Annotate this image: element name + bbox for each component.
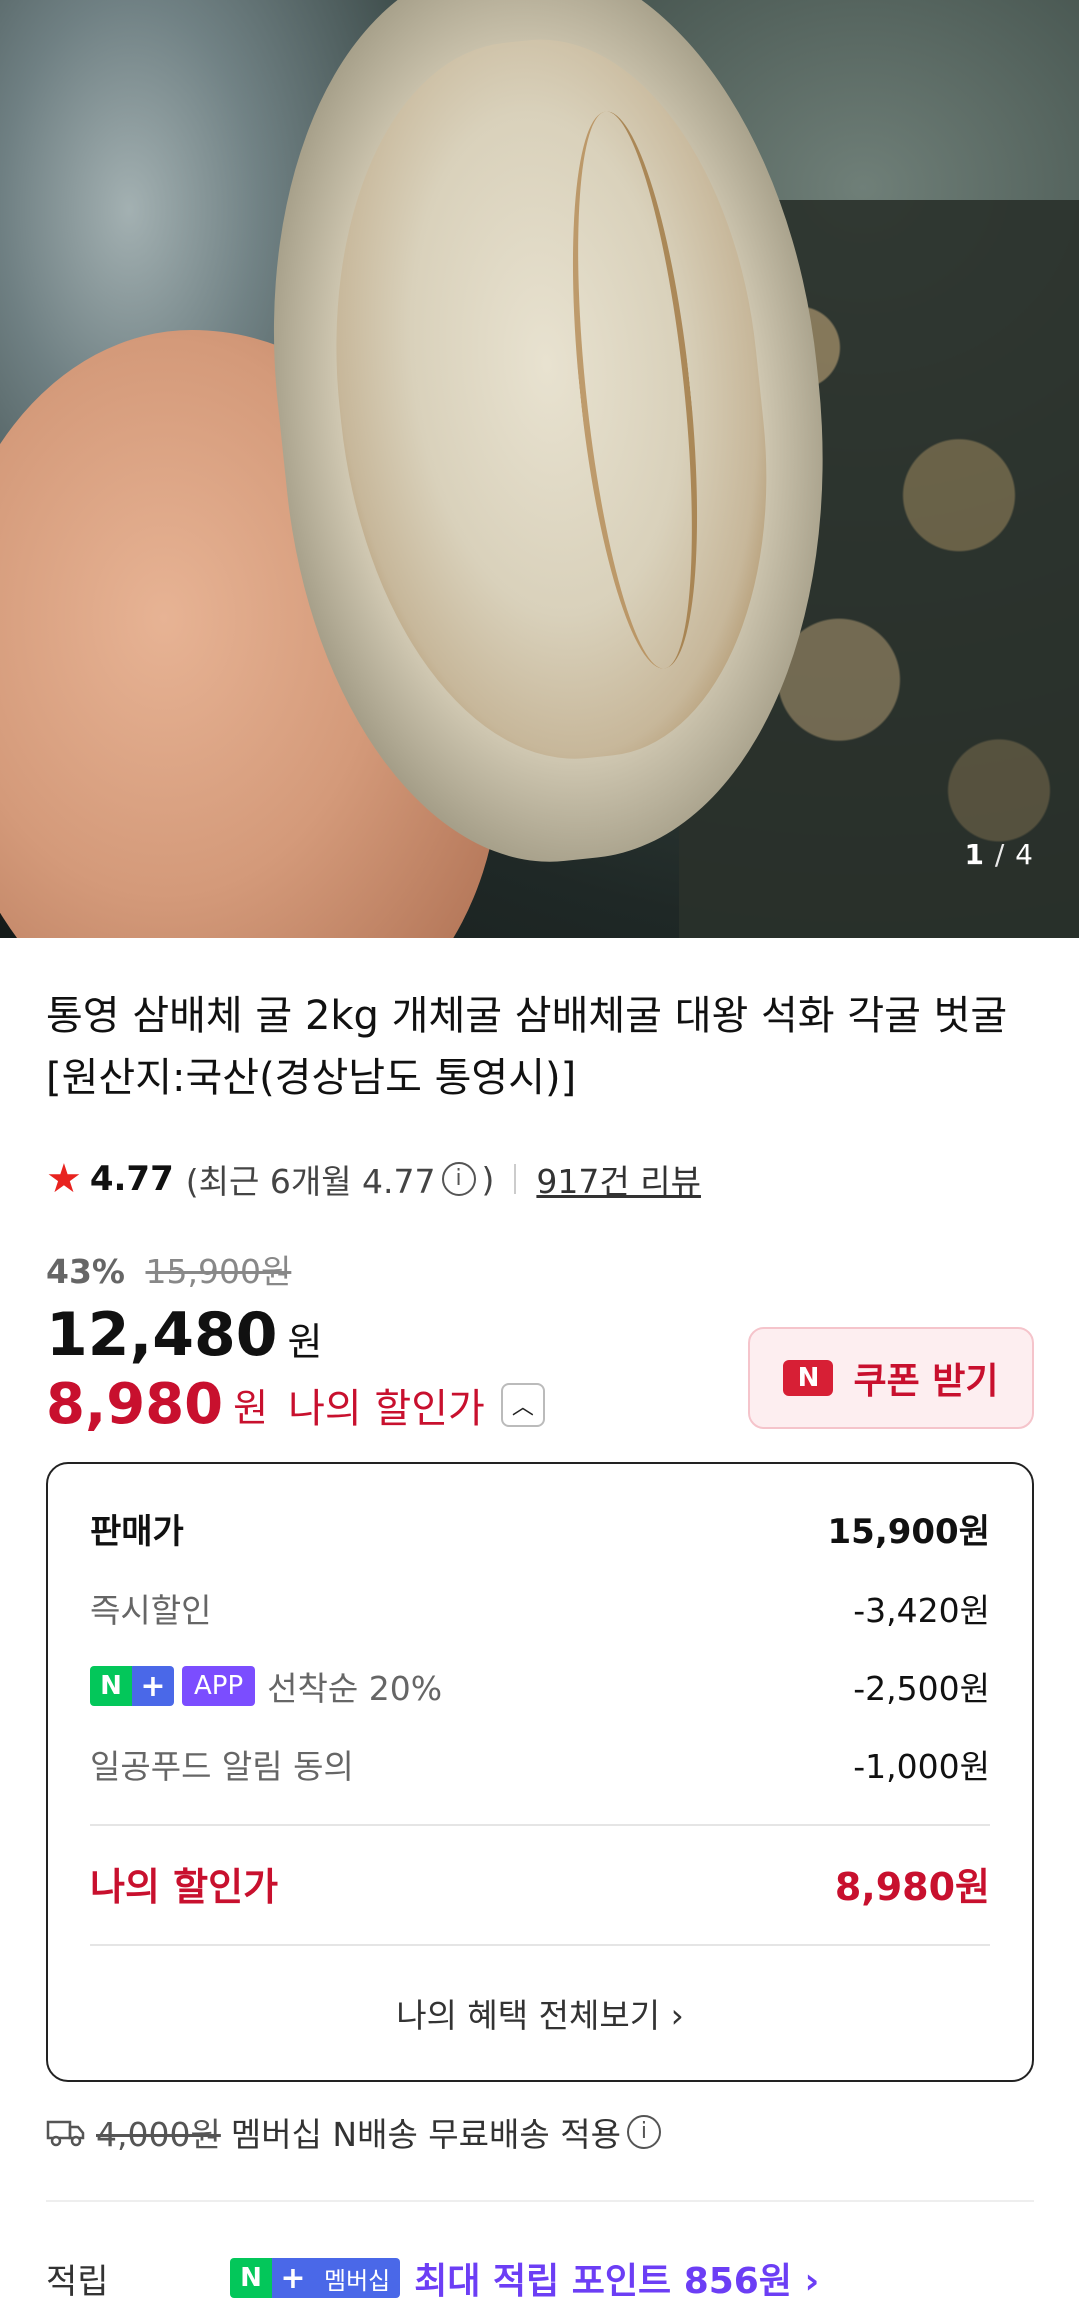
price-breakdown-panel: 판매가 15,900원 즉시할인 -3,420원 N + APP 선착순 20%… [46, 1462, 1034, 2082]
image-counter-separator: / [994, 838, 1006, 871]
app-discount-badges: N + APP 선착순 20% [90, 1662, 442, 1710]
original-shipping-fee: 4,000원 [96, 2115, 221, 2154]
breakdown-label: 선착순 20% [267, 1669, 443, 1708]
shipping-text: 멤버십 N배송 무료배송 적용 [230, 2115, 621, 2154]
rating-recent-text: (최근 6개월 4.77 [185, 1162, 436, 1201]
naver-plus-badge: + [132, 1666, 174, 1706]
my-price-label: 나의 할인가 [288, 1385, 485, 1432]
my-price-row[interactable]: 8,980 원 나의 할인가 ︿ [46, 1372, 545, 1437]
breakdown-row-notification-discount: 일공푸드 알림 동의 -1,000원 [90, 1740, 990, 1788]
rating-row: ★ 4.77 (최근 6개월 4.77 i ) 917건 리뷰 [46, 1154, 701, 1204]
review-count-link[interactable]: 917건 리뷰 [536, 1155, 701, 1203]
breakdown-row-total: 나의 할인가 8,980원 [90, 1856, 990, 1911]
breakdown-value: -1,000원 [853, 1747, 990, 1786]
original-price-row: 43% 15,900원 [46, 1245, 291, 1293]
rating-recent-close: ) [481, 1159, 495, 1199]
breakdown-value: -2,500원 [853, 1669, 990, 1708]
breakdown-value: -3,420원 [853, 1591, 990, 1630]
naver-n-icon: N [783, 1360, 834, 1396]
breakdown-divider [90, 1944, 990, 1946]
rating-score: 4.77 [89, 1159, 174, 1199]
naver-n-badge: N [90, 1666, 132, 1706]
view-all-benefits-link[interactable]: 나의 혜택 전체보기 › [48, 1989, 1032, 2037]
breakdown-total-value: 8,980원 [834, 1865, 990, 1909]
app-badge: APP [182, 1666, 256, 1706]
rating-recent: (최근 6개월 4.77 i ) [186, 1155, 495, 1203]
star-icon: ★ [46, 1156, 82, 1202]
sale-price: 12,480 [46, 1300, 278, 1370]
breakdown-label: 즉시할인 [90, 1591, 212, 1630]
product-image[interactable]: 1 / 4 [0, 0, 1079, 938]
max-points-link[interactable]: 최대 적립 포인트 856원 › [414, 2252, 819, 2304]
my-price-unit: 원 [233, 1386, 269, 1430]
discount-percent: 43% [46, 1252, 125, 1291]
coupon-button[interactable]: N 쿠폰 받기 [748, 1327, 1034, 1429]
points-row[interactable]: 적립 N + 멤버십 최대 적립 포인트 856원 › [46, 2252, 1046, 2304]
points-label: 적립 [46, 2261, 109, 2302]
coupon-button-label: 쿠폰 받기 [853, 1361, 999, 1402]
shipping-row: 4,000원 멤버십 N배송 무료배송 적용 i [46, 2108, 661, 2156]
breakdown-value: 15,900원 [827, 1512, 990, 1552]
sale-price-row: 12,480 원 [46, 1300, 323, 1370]
image-counter-total: 4 [1015, 838, 1034, 871]
membership-badge: 멤버십 [314, 2258, 401, 2298]
rating-divider [514, 1164, 517, 1194]
breakdown-total-label: 나의 할인가 [90, 1865, 279, 1909]
info-icon[interactable]: i [441, 1162, 476, 1196]
info-icon[interactable]: i [626, 2115, 661, 2149]
my-price: 8,980 [46, 1372, 224, 1437]
breakdown-row-list-price: 판매가 15,900원 [90, 1504, 990, 1553]
sale-price-unit: 원 [287, 1320, 323, 1364]
breakdown-row-app-discount: N + APP 선착순 20% -2,500원 [90, 1662, 990, 1710]
image-counter: 1 / 4 [964, 838, 1034, 871]
breakdown-row-instant-discount: 즉시할인 -3,420원 [90, 1584, 990, 1632]
image-counter-current: 1 [964, 838, 985, 871]
chevron-up-icon[interactable]: ︿ [500, 1382, 545, 1427]
product-title: 통영 삼배체 굴 2kg 개체굴 삼배체굴 대왕 석화 각굴 벗굴 [원산지:국… [46, 993, 1008, 1101]
original-price: 15,900원 [145, 1252, 292, 1291]
breakdown-label: 일공푸드 알림 동의 [90, 1747, 354, 1786]
breakdown-divider [90, 1824, 990, 1826]
naver-plus-badge: + [272, 2258, 314, 2298]
truck-icon [46, 2117, 86, 2147]
naver-n-badge: N [230, 2258, 272, 2298]
breakdown-label: 판매가 [90, 1512, 184, 1552]
section-divider [46, 2200, 1034, 2202]
